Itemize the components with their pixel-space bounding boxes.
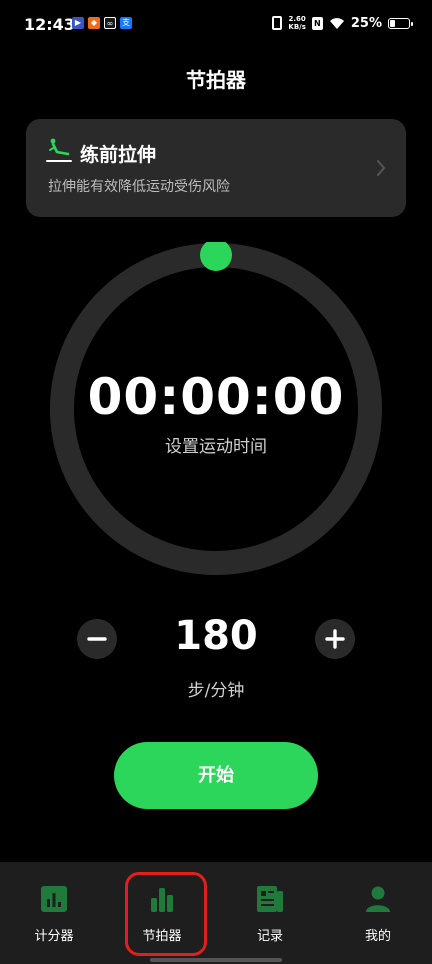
notification-icons: ▶ ◆ ∞ 支 (72, 17, 132, 29)
link-app-icon: ∞ (104, 17, 116, 29)
status-indicators: 2.60 KB/s N 25% (272, 15, 413, 31)
play-app-icon: ▶ (72, 17, 84, 29)
timer-ring: 00:00:00 设置运动时间 (49, 242, 383, 576)
person-icon (366, 886, 390, 912)
nav-label-records: 记录 (256, 929, 283, 944)
nav-label-profile: 我的 (364, 929, 391, 944)
stretching-figure-icon (46, 138, 72, 162)
nfc-icon: N (311, 16, 323, 30)
tempo-unit: 步/分钟 (187, 681, 245, 701)
nav-label-scorer: 计分器 (34, 929, 74, 944)
nav-item-records[interactable]: 记录 (216, 862, 324, 964)
stretch-card-subtitle: 拉伸能有效降低运动受伤风险 (48, 179, 230, 195)
alipay-app-icon: 支 (120, 17, 132, 29)
home-indicator[interactable] (150, 958, 282, 962)
vibrate-icon (272, 16, 283, 30)
timer-value[interactable]: 00:00:00 (49, 368, 383, 426)
shop-app-icon: ◆ (88, 17, 100, 29)
net-speed-value: 2.60 (288, 15, 306, 23)
timer-label[interactable]: 设置运动时间 (49, 432, 383, 457)
wifi-icon (329, 18, 344, 29)
battery-icon (388, 17, 413, 29)
tempo-value: 180 (174, 613, 258, 659)
stretch-card[interactable]: 练前拉伸 拉伸能有效降低运动受伤风险 (26, 119, 406, 217)
increase-tempo-button[interactable] (315, 619, 355, 659)
bottom-nav: 计分器 节拍器 记录 我的 (0, 862, 432, 964)
net-speed-unit: KB/s (288, 23, 306, 31)
net-speed: 2.60 KB/s (288, 15, 305, 31)
status-bar: 12:43 ▶ ◆ ∞ 支 2.60 KB/s N 25% (0, 0, 432, 52)
nav-item-profile[interactable]: 我的 (324, 862, 432, 964)
stretch-card-title: 练前拉伸 (80, 144, 157, 166)
page-title: 节拍器 (186, 68, 246, 92)
chevron-right-icon (377, 160, 385, 176)
battery-percent: 25% (350, 15, 382, 31)
nav-item-scorer[interactable]: 计分器 (0, 862, 108, 964)
selected-tab-highlight (125, 872, 207, 956)
bar-chart-square-icon (41, 886, 67, 912)
status-time: 12:43 (24, 15, 75, 34)
document-icon (257, 886, 283, 912)
start-button[interactable]: 开始 (114, 742, 318, 809)
